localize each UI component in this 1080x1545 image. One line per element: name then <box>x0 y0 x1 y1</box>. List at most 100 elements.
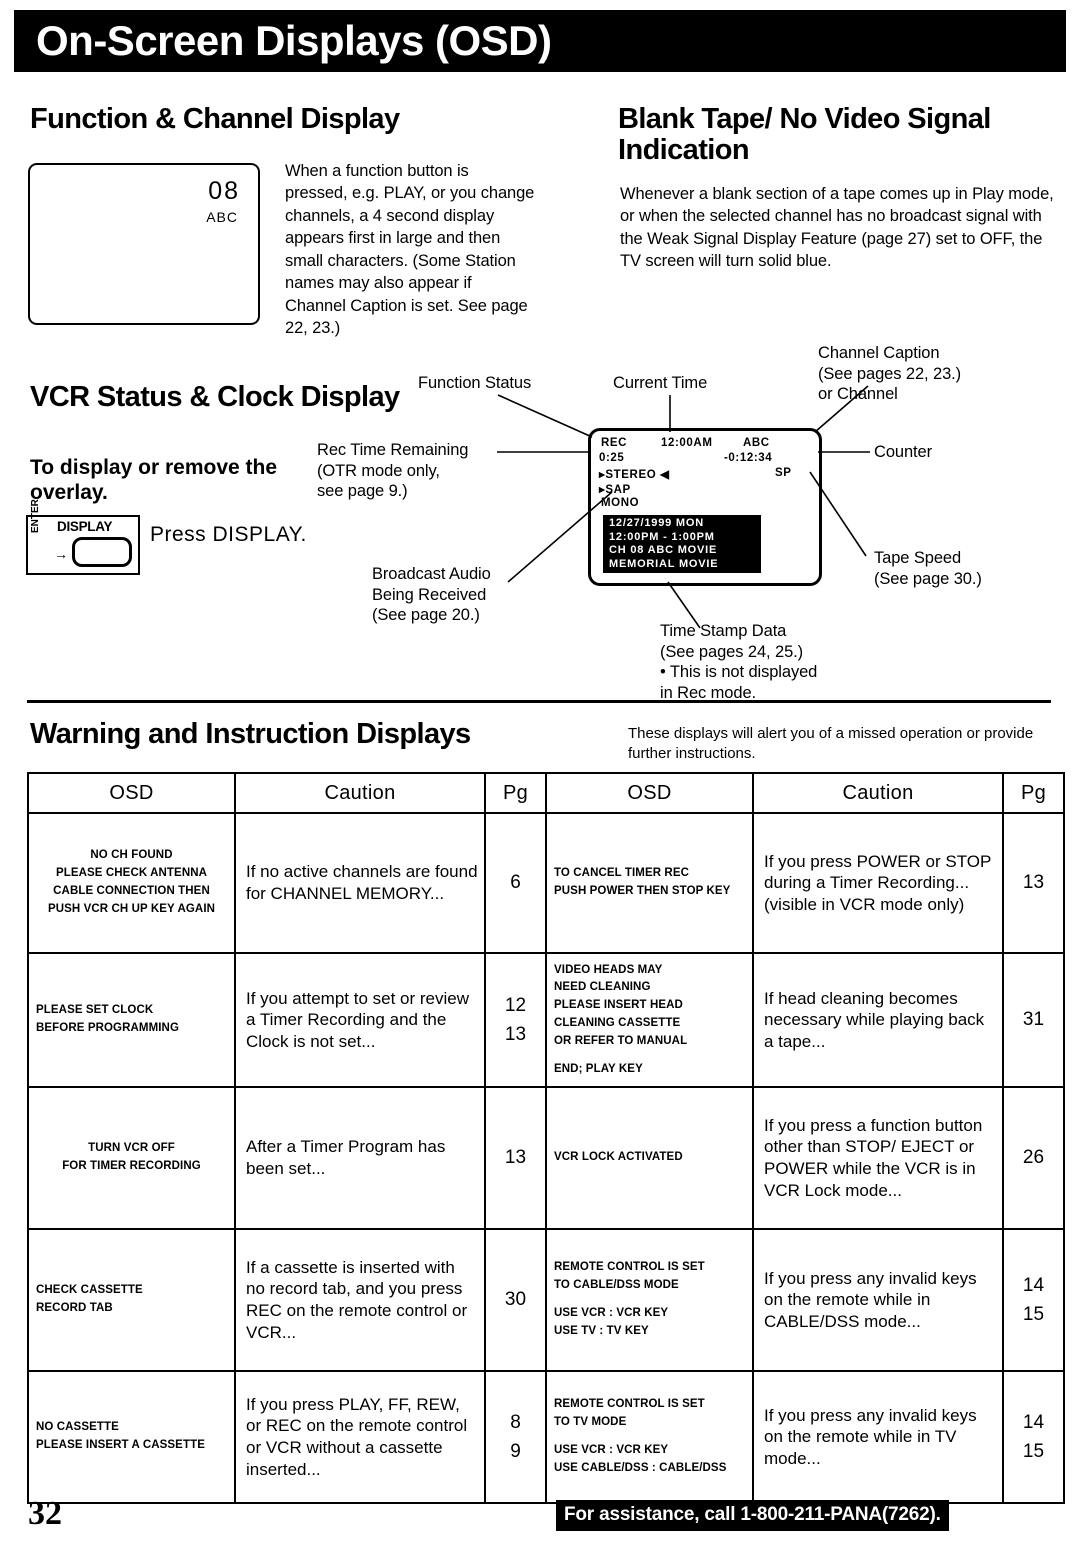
caution-text-cell: If you press any invalid keys on the rem… <box>752 1228 1004 1372</box>
osd-message-cell: REMOTE CONTROL IS SET TO TV MODE USE VCR :… <box>545 1370 754 1504</box>
caution-text-cell: If head cleaning becomes necessary while… <box>752 952 1004 1088</box>
section-heading-blank-tape: Blank Tape/ No Video Signal Indication <box>618 103 991 167</box>
stereo-select-icon: ◀ <box>660 469 670 481</box>
osd-message-cell: CHECK CASSETTE RECORD TAB <box>27 1228 236 1372</box>
osd-message-line: TO TV MODE <box>554 1416 627 1429</box>
osd-audio-sap: ▸SAP <box>599 482 631 496</box>
page-reference-cell: 6 <box>484 812 547 954</box>
osd-message-line: OR REFER TO MANUAL <box>554 1034 688 1047</box>
osd-message-line: BEFORE PROGRAMMING <box>36 1022 179 1034</box>
osd-message-line: PLEASE INSERT HEAD <box>554 999 683 1012</box>
column-header-pg-right: Pg <box>1002 772 1065 814</box>
table-row: TURN VCR OFF FOR TIMER RECORDING After a T… <box>27 1086 1065 1230</box>
osd-message-line: USE CABLE/DSS : CABLE/DSS <box>554 1461 727 1474</box>
function-channel-description: When a function button is pressed, e.g. … <box>285 162 535 338</box>
osd-message-line: PLEASE SET CLOCK <box>36 1004 154 1017</box>
preview-station-name: ABC <box>206 209 238 225</box>
caution-text-cell: If you attempt to set or review a Timer … <box>234 952 486 1088</box>
manual-page: On-Screen Displays (OSD) Function & Chan… <box>0 0 1080 1545</box>
osd-message-cell: REMOTE CONTROL IS SET TO CABLE/DSS MODE US… <box>545 1228 754 1372</box>
warning-displays-table: OSD Caution Pg OSD Caution Pg NO CH FOUN… <box>27 772 1065 1504</box>
osd-message-line: NO CASSETTE <box>36 1421 119 1434</box>
callout-broadcast-audio: Broadcast Audio Being Received (See page… <box>372 565 491 625</box>
osd-message-line: CLEANING CASSETTE <box>554 1017 681 1029</box>
time-stamp-line: 12:00PM - 1:00PM <box>609 530 715 543</box>
osd-message-line: CHECK CASSETTE <box>36 1284 143 1297</box>
callout-counter: Counter <box>874 443 933 461</box>
preview-channel-number: 08 <box>208 177 240 205</box>
section-divider <box>27 700 1051 703</box>
display-button-label: DISPLAY <box>57 519 113 534</box>
osd-message-line: REMOTE CONTROL IS SET <box>554 1261 705 1274</box>
section-heading-function-channel: Function & Channel Display <box>30 103 400 135</box>
page-reference-cell: 14 15 <box>1002 1228 1065 1372</box>
osd-message-cell: TURN VCR OFF FOR TIMER RECORDING <box>27 1086 236 1230</box>
callout-time-stamp-data: Time Stamp Data (See pages 24, 25.) • Th… <box>660 622 818 702</box>
osd-message-cell: VCR LOCK ACTIVATED <box>545 1086 754 1230</box>
osd-message-cell: TO CANCEL TIMER REC PUSH POWER THEN STOP … <box>545 812 754 954</box>
caution-text-cell: If no active channels are found for CHAN… <box>234 812 486 954</box>
table-row: NO CASSETTE PLEASE INSERT A CASSETTE If yo… <box>27 1370 1065 1504</box>
page-reference-cell: 13 <box>1002 812 1065 954</box>
osd-message-line: PLEASE CHECK ANTENNA <box>55 867 208 880</box>
vcr-status-subheading: To display or remove the overlay. <box>30 456 278 505</box>
table-header-row: OSD Caution Pg OSD Caution Pg <box>27 772 1065 814</box>
page-number: 32 <box>28 1495 62 1532</box>
osd-message-line: RECORD TAB <box>36 1302 113 1314</box>
osd-message-gap <box>554 1295 749 1305</box>
osd-audio-stereo-label: STEREO <box>605 469 657 481</box>
osd-message-gap <box>554 1051 749 1061</box>
blank-tape-description: Whenever a blank section of a tape comes… <box>620 185 1054 271</box>
caution-text-cell: After a Timer Program has been set... <box>234 1086 486 1230</box>
osd-time-stamp-data: 12/27/1999 MON 12:00PM - 1:00PM CH 08 AB… <box>603 515 761 573</box>
column-header-caution-right: Caution <box>752 772 1004 814</box>
callout-function-status: Function Status <box>418 374 532 392</box>
section-heading-vcr-status: VCR Status & Clock Display <box>30 381 400 413</box>
display-button-illustration: DISPLAY ENTER → <box>26 499 140 575</box>
osd-channel-caption: ABC <box>743 437 770 449</box>
osd-message-line: NEED CLEANING <box>554 981 651 994</box>
osd-tape-speed: SP <box>775 467 792 479</box>
caution-text-cell: If you press any invalid keys on the rem… <box>752 1370 1004 1504</box>
osd-message-line: USE VCR : VCR KEY <box>554 1444 669 1456</box>
osd-message-line: USE TV : TV KEY <box>554 1324 649 1337</box>
table-row: PLEASE SET CLOCK BEFORE PROGRAMMING If you… <box>27 952 1065 1088</box>
osd-message-line: TURN VCR OFF <box>88 1142 175 1155</box>
page-reference-cell: 26 <box>1002 1086 1065 1230</box>
osd-message-line: VCR LOCK ACTIVATED <box>554 1151 683 1164</box>
osd-status-screen: REC 12:00AM ABC 0:25 -0:12:34 ▸STEREO ◀ … <box>588 428 822 586</box>
page-reference-cell: 8 9 <box>484 1370 547 1504</box>
osd-message-line: PLEASE INSERT A CASSETTE <box>36 1439 205 1451</box>
osd-audio-stereo: ▸STEREO ◀ <box>599 467 670 481</box>
caution-text-cell: If a cassette is inserted with no record… <box>234 1228 486 1372</box>
osd-message-line: PUSH VCR CH UP KEY AGAIN <box>47 902 216 915</box>
osd-message-line: TO CANCEL TIMER REC <box>554 867 690 880</box>
column-header-osd-right: OSD <box>545 772 754 814</box>
page-reference-cell: 31 <box>1002 952 1065 1088</box>
osd-message-line: USE VCR : VCR KEY <box>554 1307 669 1319</box>
page-reference-cell: 30 <box>484 1228 547 1372</box>
time-stamp-line: MEMORIAL MOVIE <box>609 557 719 570</box>
function-channel-tv-preview: 08 ABC <box>28 163 260 325</box>
table-row: NO CH FOUND PLEASE CHECK ANTENNA CABLE CON… <box>27 812 1065 954</box>
page-header-banner: On-Screen Displays (OSD) <box>14 10 1066 72</box>
osd-function-status: REC <box>601 437 628 449</box>
time-stamp-line: CH 08 ABC MOVIE <box>609 544 718 557</box>
column-header-osd-left: OSD <box>27 772 236 814</box>
osd-message-gap <box>554 1432 749 1442</box>
page-reference-cell: 13 <box>484 1086 547 1230</box>
warning-section-note: These displays will alert you of a misse… <box>628 725 1034 762</box>
osd-message-line: VIDEO HEADS MAY <box>554 963 663 976</box>
osd-message-cell: PLEASE SET CLOCK BEFORE PROGRAMMING <box>27 952 236 1088</box>
osd-message-cell: VIDEO HEADS MAY NEED CLEANING PLEASE INSER… <box>545 952 754 1088</box>
osd-message-line: END; PLAY KEY <box>554 1062 643 1075</box>
osd-message-line: REMOTE CONTROL IS SET <box>554 1398 705 1411</box>
callout-rec-time-remaining: Rec Time Remaining (OTR mode only, see p… <box>317 441 469 501</box>
display-button-key[interactable] <box>72 537 132 567</box>
callout-current-time: Current Time <box>613 374 708 392</box>
osd-audio-mono: MONO <box>601 497 640 509</box>
osd-current-time: 12:00AM <box>661 437 713 449</box>
osd-rec-time-remaining: 0:25 <box>599 452 625 464</box>
enter-button-label: ENTER <box>30 499 41 533</box>
caution-text-cell: If you press PLAY, FF, REW, or REC on th… <box>234 1370 486 1504</box>
